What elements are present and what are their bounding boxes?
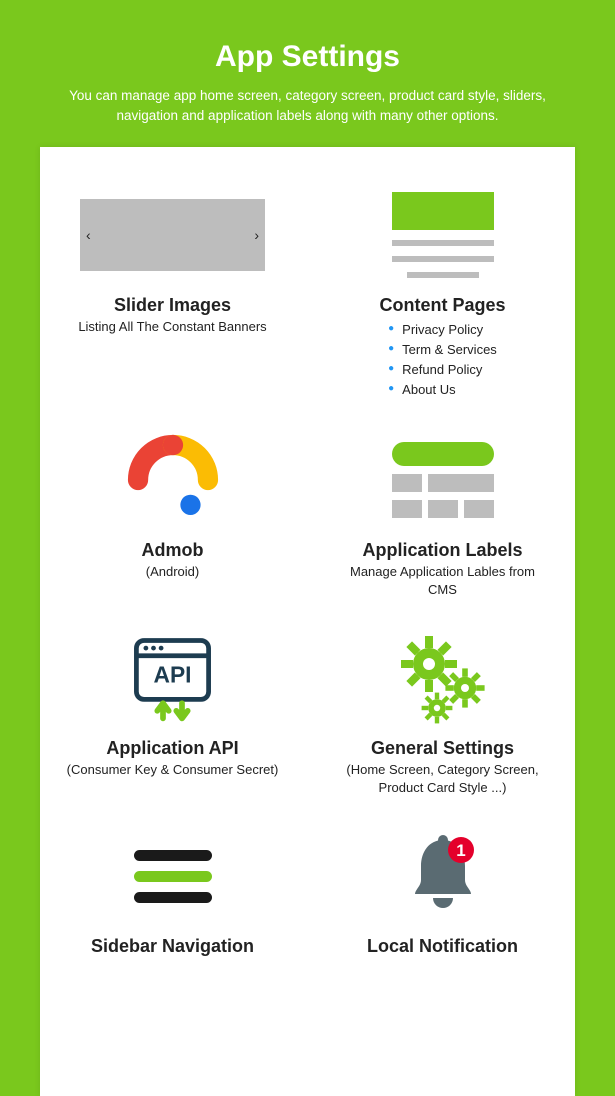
admob-icon <box>65 430 280 530</box>
api-icon: API <box>65 628 280 728</box>
slider-images-cell[interactable]: ‹ › Slider Images Listing All The Consta… <box>65 185 280 401</box>
sidebar-cell[interactable]: Sidebar Navigation <box>65 826 280 957</box>
labels-icon <box>335 430 550 530</box>
labels-subtitle: Manage Application Lables from CMS <box>335 563 550 598</box>
api-title: Application API <box>106 738 238 759</box>
notification-cell[interactable]: 1 Local Notification <box>335 826 550 957</box>
slider-icon: ‹ › <box>65 185 280 285</box>
gears-icon <box>335 628 550 728</box>
svg-text:API: API <box>153 661 191 687</box>
labels-cell[interactable]: Application Labels Manage Application La… <box>335 430 550 598</box>
slider-subtitle: Listing All The Constant Banners <box>78 318 266 336</box>
page-header: App Settings You can manage app home scr… <box>0 0 615 147</box>
page-subtitle: You can manage app home screen, category… <box>50 86 565 127</box>
general-subtitle: (Home Screen, Category Screen, Product C… <box>335 761 550 796</box>
chevron-left-icon: ‹ <box>86 227 91 243</box>
admob-cell[interactable]: Admob (Android) <box>65 430 280 598</box>
slider-title: Slider Images <box>114 295 231 316</box>
content-item: Refund Policy <box>388 360 497 380</box>
api-subtitle: (Consumer Key & Consumer Secret) <box>67 761 279 779</box>
api-cell[interactable]: API Application API (Consumer Key & Cons… <box>65 628 280 796</box>
content-title: Content Pages <box>379 295 505 316</box>
content-pages-icon <box>335 185 550 285</box>
admob-title: Admob <box>142 540 204 561</box>
chevron-right-icon: › <box>254 227 259 243</box>
content-bullets: Privacy Policy Term & Services Refund Po… <box>388 320 497 401</box>
settings-grid: ‹ › Slider Images Listing All The Consta… <box>65 185 550 958</box>
general-cell[interactable]: General Settings (Home Screen, Category … <box>335 628 550 796</box>
page-title: App Settings <box>50 40 565 74</box>
notification-badge: 1 <box>456 841 465 860</box>
settings-card: ‹ › Slider Images Listing All The Consta… <box>40 147 575 1096</box>
content-item: About Us <box>388 380 497 400</box>
labels-title: Application Labels <box>362 540 522 561</box>
bell-icon: 1 <box>335 826 550 926</box>
sidebar-title: Sidebar Navigation <box>91 936 254 957</box>
content-item: Term & Services <box>388 340 497 360</box>
content-item: Privacy Policy <box>388 320 497 340</box>
menu-icon <box>65 826 280 926</box>
admob-subtitle: (Android) <box>146 563 199 581</box>
content-pages-cell[interactable]: Content Pages Privacy Policy Term & Serv… <box>335 185 550 401</box>
general-title: General Settings <box>371 738 514 759</box>
notification-title: Local Notification <box>367 936 518 957</box>
